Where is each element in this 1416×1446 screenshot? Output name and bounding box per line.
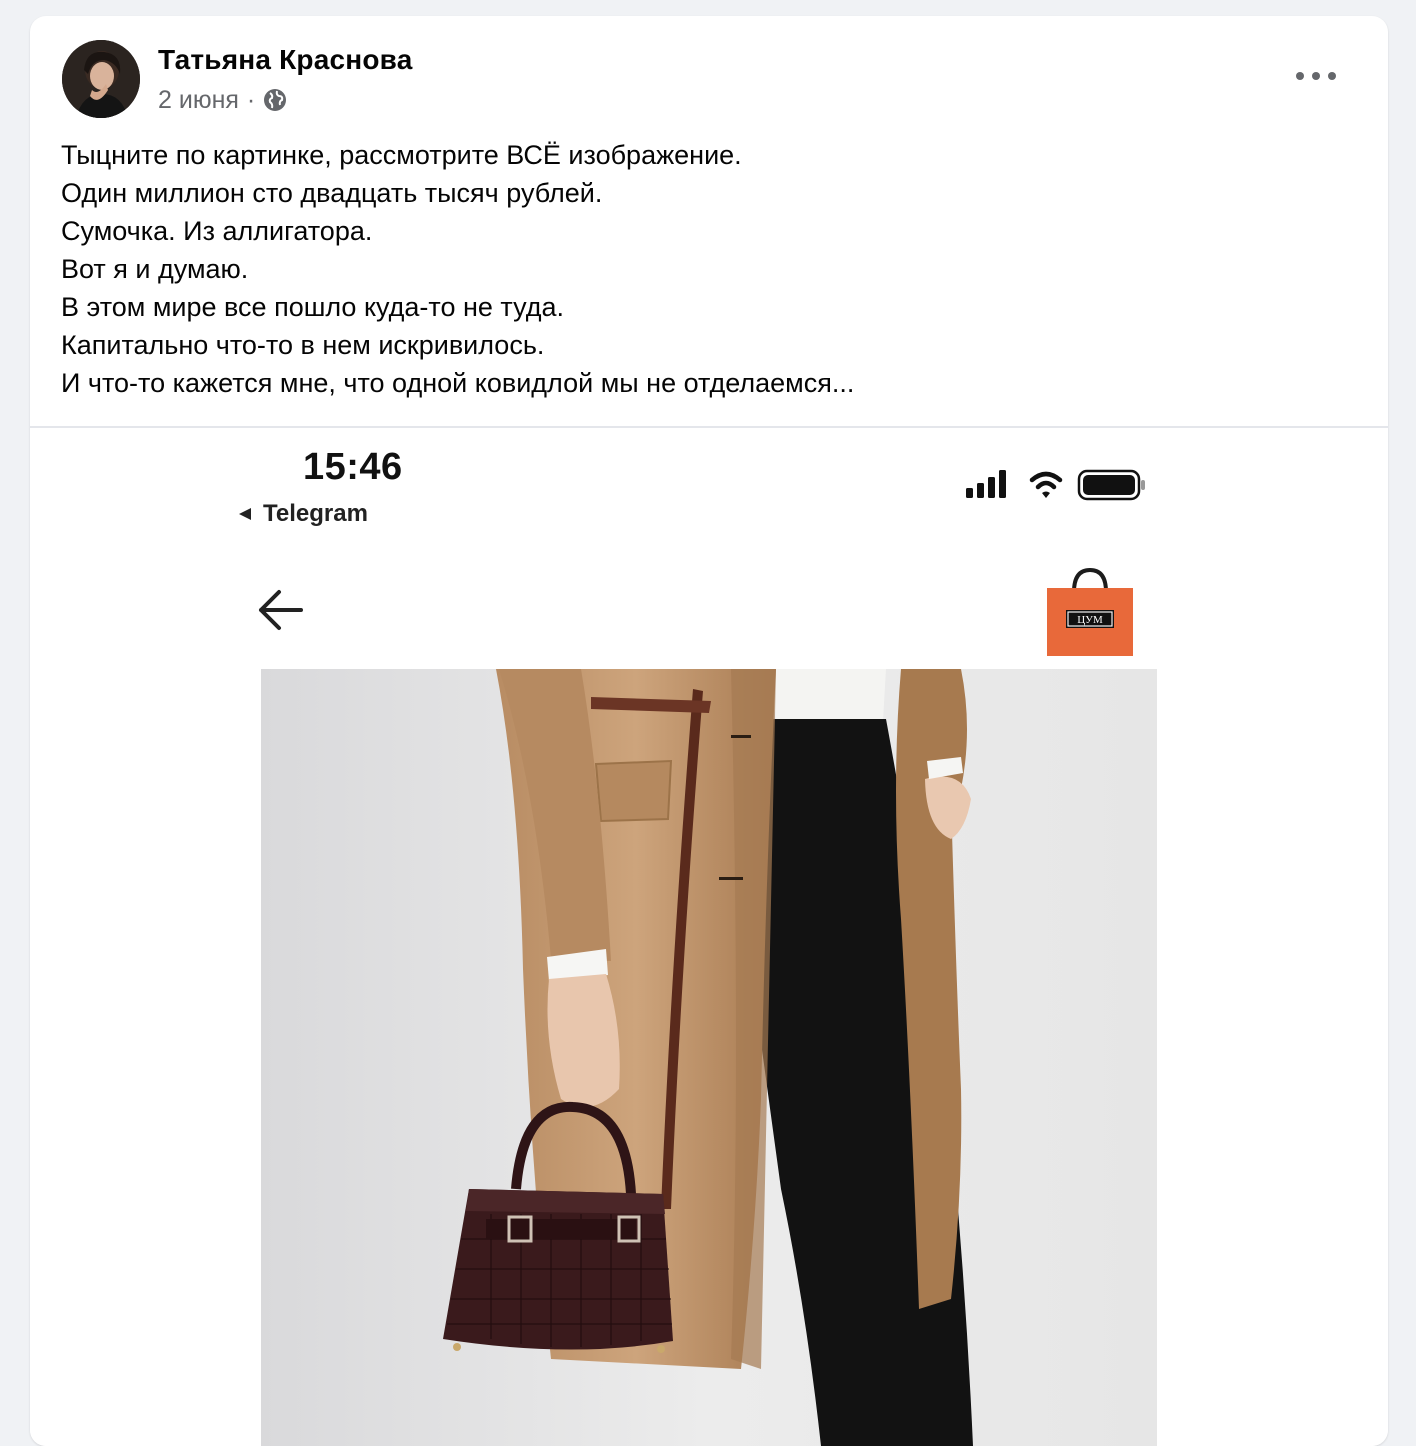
post-date[interactable]: 2 июня: [158, 86, 239, 115]
back-triangle-icon: [239, 508, 251, 520]
phone-time: 15:46: [303, 446, 403, 488]
arrow-left-icon: [255, 588, 305, 632]
more-dot: [1312, 72, 1320, 80]
post-card: Татьяна Краснова 2 июня · Тыцните по кар…: [30, 16, 1388, 1446]
wifi-icon: [1029, 471, 1063, 498]
phone-status-icons: [964, 466, 1154, 507]
avatar-image: [62, 40, 140, 118]
more-dot: [1328, 72, 1336, 80]
post-text-line: Один миллион сто двадцать тысяч рублей.: [61, 178, 603, 208]
shopping-bag-icon: ЦУМ: [1044, 566, 1136, 660]
more-options-button[interactable]: [1296, 64, 1336, 88]
author-avatar[interactable]: [62, 40, 140, 118]
telegram-back-label: Telegram: [263, 500, 368, 527]
meta-separator: ·: [246, 85, 256, 114]
author-name[interactable]: Татьяна Краснова: [158, 44, 412, 76]
post-meta: 2 июня ·: [158, 84, 287, 116]
post-text-line: Сумочка. Из аллигатора.: [61, 216, 373, 246]
shop-logo-text: ЦУМ: [1077, 614, 1103, 626]
product-photo[interactable]: [261, 669, 1157, 1446]
globe-icon[interactable]: [263, 88, 287, 112]
post-text-line: Капитально что-то в нем искривилось.: [61, 330, 545, 360]
post-text-line: Тыцните по картинке, рассмотрите ВСЁ изо…: [61, 140, 742, 170]
more-horizontal-icon: [1296, 72, 1304, 80]
post-text: Тыцните по картинке, рассмотрите ВСЁ изо…: [61, 136, 1348, 402]
telegram-back-link: Telegram: [237, 500, 368, 528]
post-text-line: И что-то кажется мне, что одной ковидлой…: [61, 368, 855, 398]
battery-icon: [1077, 469, 1145, 501]
post-text-line: В этом мире все пошло куда-то не туда.: [61, 292, 564, 322]
cellular-signal-icon: [966, 470, 1006, 498]
post-text-line: Вот я и думаю.: [61, 254, 249, 284]
